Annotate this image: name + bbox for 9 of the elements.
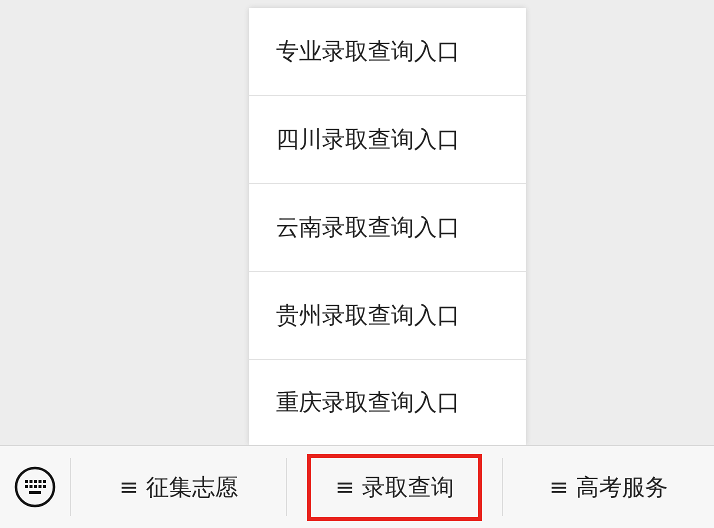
menu-item[interactable]: 四川录取查询入口: [249, 96, 526, 184]
menu-item[interactable]: 贵州录取查询入口: [249, 272, 526, 360]
menu-tab[interactable]: ≡ 录取查询: [307, 454, 482, 520]
menu-item[interactable]: 重庆录取查询入口: [249, 360, 526, 445]
keyboard-icon[interactable]: [14, 466, 56, 508]
menu-tab[interactable]: ≡ 高考服务: [521, 454, 696, 520]
menu-tab[interactable]: ≡ 征集志愿: [91, 454, 266, 520]
menu-item[interactable]: 专业录取查询入口: [249, 8, 526, 96]
menu-item[interactable]: 云南录取查询入口: [249, 184, 526, 272]
